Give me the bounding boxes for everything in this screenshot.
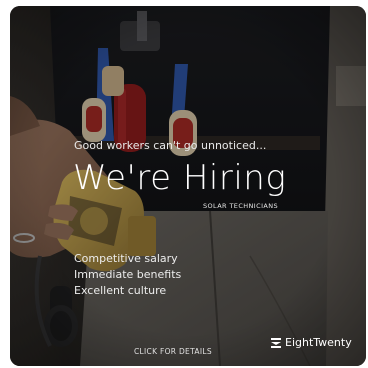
benefits-list: Competitive salary Immediate benefits Ex… [74, 251, 181, 299]
benefit-item: Excellent culture [74, 284, 167, 297]
click-for-details-link[interactable]: CLICK FOR DETAILS [134, 347, 212, 356]
ad-headline: We're Hiring [73, 158, 287, 198]
eighttwenty-logo-icon [271, 337, 281, 348]
ad-tagline: Good workers can't go unnoticed... [74, 139, 267, 152]
brand-name: EightTwenty [285, 336, 352, 349]
ad-subhead: SOLAR TECHNICIANS [203, 202, 279, 210]
brand-logo: EightTwenty [271, 336, 352, 349]
benefit-item: Competitive salary [74, 252, 178, 265]
benefit-item: Immediate benefits [74, 268, 182, 281]
